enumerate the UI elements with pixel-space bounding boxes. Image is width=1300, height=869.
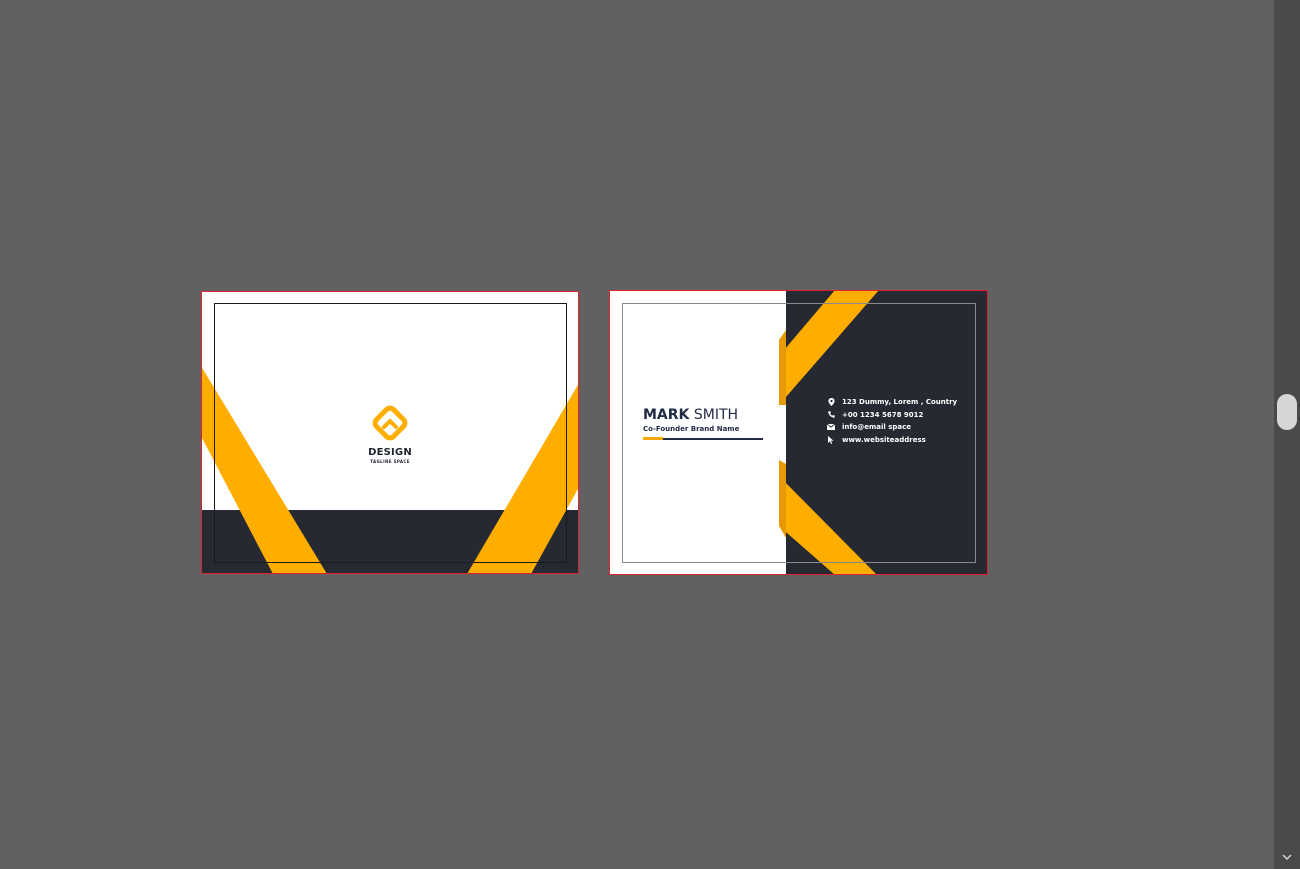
document-canvas[interactable]: DESIGN TAGLINE SPACE MARK SMITH Co-Found… bbox=[0, 0, 1274, 869]
diamond-logo-icon bbox=[372, 405, 408, 441]
phone-icon bbox=[827, 411, 835, 419]
contact-address: 123 Dummy, Lorem , Country bbox=[827, 396, 957, 409]
name-underline bbox=[643, 437, 763, 440]
contact-email: info@email space bbox=[827, 421, 957, 434]
logo-tagline: TAGLINE SPACE bbox=[370, 459, 410, 464]
contact-list: 123 Dummy, Lorem , Country +00 1234 5678… bbox=[827, 396, 957, 446]
last-name: SMITH bbox=[693, 407, 739, 423]
contact-website: www.websiteaddress bbox=[827, 434, 957, 447]
contact-email-text: info@email space bbox=[842, 423, 912, 432]
underline-accent bbox=[643, 437, 663, 440]
contact-website-text: www.websiteaddress bbox=[842, 435, 926, 444]
first-name: MARK bbox=[643, 407, 690, 423]
vertical-scrollbar[interactable] bbox=[1274, 0, 1300, 869]
chevron-down-icon[interactable] bbox=[1281, 850, 1293, 862]
scrollbar-thumb[interactable] bbox=[1277, 394, 1297, 430]
back-upper-fold bbox=[779, 330, 786, 405]
logo-wordmark: DESIGN bbox=[368, 447, 412, 458]
mail-icon bbox=[827, 423, 835, 431]
back-lower-fold bbox=[779, 460, 786, 538]
front-logo: DESIGN TAGLINE SPACE bbox=[351, 401, 429, 465]
business-card-back[interactable]: MARK SMITH Co-Founder Brand Name 123 Dum… bbox=[609, 290, 988, 575]
name-block: MARK SMITH Co-Founder Brand Name bbox=[643, 406, 773, 440]
business-card-front[interactable]: DESIGN TAGLINE SPACE bbox=[201, 291, 579, 574]
full-name: MARK SMITH bbox=[643, 406, 773, 424]
job-title: Co-Founder Brand Name bbox=[643, 425, 740, 433]
contact-phone-text: +00 1234 5678 9012 bbox=[842, 410, 924, 419]
contact-address-text: 123 Dummy, Lorem , Country bbox=[842, 398, 958, 407]
contact-phone: +00 1234 5678 9012 bbox=[827, 409, 957, 422]
cursor-icon bbox=[827, 435, 835, 444]
location-pin-icon bbox=[827, 398, 835, 407]
